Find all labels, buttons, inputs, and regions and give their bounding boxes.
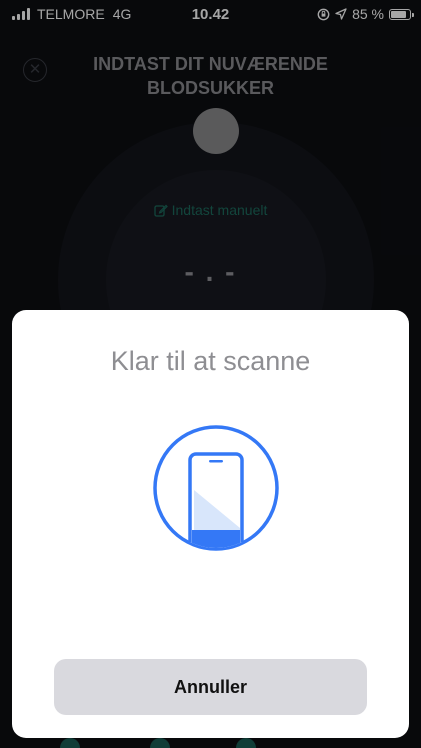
cancel-button[interactable]: Annuller (54, 659, 367, 715)
sheet-title: Klar til at scanne (110, 346, 311, 376)
scan-sheet: Klar til at scanne Annuller (12, 310, 409, 738)
screen: TELMORE 4G 10.42 85 % ✕ INDTAST DIT NUVÆ… (0, 0, 421, 748)
phone-scan-icon (153, 425, 279, 551)
